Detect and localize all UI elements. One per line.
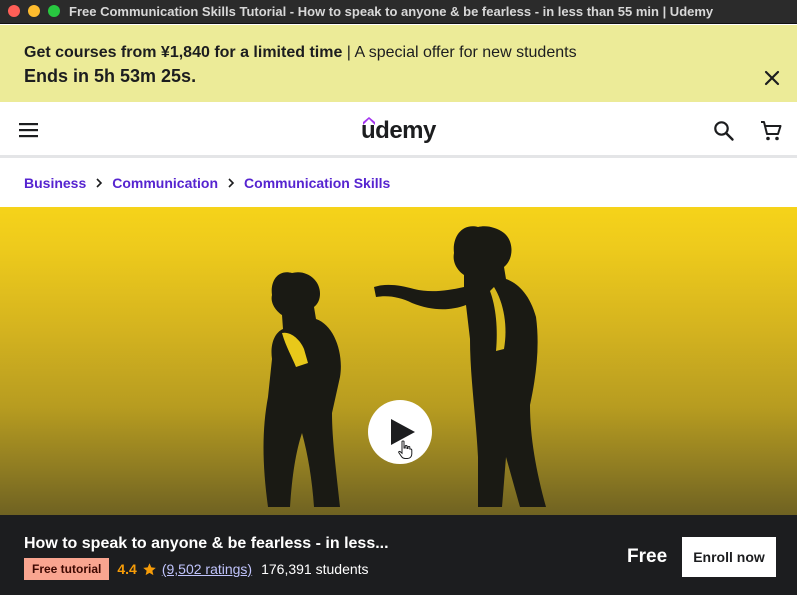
cart-icon[interactable] <box>759 119 783 143</box>
window-titlebar: Free Communication Skills Tutorial - How… <box>0 0 797 24</box>
course-meta: Free tutorial 4.4 (9,502 ratings) 176,39… <box>24 558 369 580</box>
course-rating: 4.4 <box>117 561 137 577</box>
breadcrumb-item-communication-skills[interactable]: Communication Skills <box>244 175 390 191</box>
window-title: Free Communication Skills Tutorial - How… <box>69 4 714 19</box>
promo-countdown: Ends in 5h 53m 25s. <box>24 66 197 86</box>
chevron-right-icon <box>228 178 235 188</box>
hamburger-menu-icon[interactable] <box>18 120 40 140</box>
breadcrumb-item-business[interactable]: Business <box>24 175 86 191</box>
promo-offer-subtext: | A special offer for new students <box>342 44 577 61</box>
enroll-now-button[interactable]: Enroll now <box>682 537 776 577</box>
udemy-logo[interactable]: udemy <box>361 115 436 145</box>
course-sticky-bar: How to speak to anyone & be fearless - i… <box>0 515 797 595</box>
breadcrumb: Business Communication Communication Ski… <box>24 174 390 192</box>
chevron-right-icon <box>96 178 103 188</box>
course-price: Free <box>627 546 668 567</box>
window-close-button[interactable] <box>8 5 20 17</box>
search-icon[interactable] <box>712 119 736 143</box>
close-icon[interactable] <box>762 68 782 88</box>
site-header: udemy <box>0 102 797 158</box>
breadcrumb-item-communication[interactable]: Communication <box>112 175 218 191</box>
promo-banner: Get courses from ¥1,840 for a limited ti… <box>0 25 797 102</box>
hand-cursor-icon <box>398 440 413 459</box>
star-icon <box>143 562 156 575</box>
window-minimize-button[interactable] <box>28 5 40 17</box>
course-title: How to speak to anyone & be fearless - i… <box>24 535 389 552</box>
logo-cap-icon <box>363 117 375 125</box>
course-preview-illustration <box>263 226 546 507</box>
promo-offer-text: Get courses from ¥1,840 for a limited ti… <box>24 44 577 62</box>
promo-offer-headline: Get courses from ¥1,840 for a limited ti… <box>24 44 343 61</box>
ratings-count-link[interactable]: (9,502 ratings) <box>162 561 252 577</box>
free-tutorial-badge: Free tutorial <box>24 558 110 580</box>
course-preview-video[interactable] <box>0 207 797 515</box>
students-count: 176,391 students <box>261 561 369 577</box>
window-maximize-button[interactable] <box>48 5 60 17</box>
